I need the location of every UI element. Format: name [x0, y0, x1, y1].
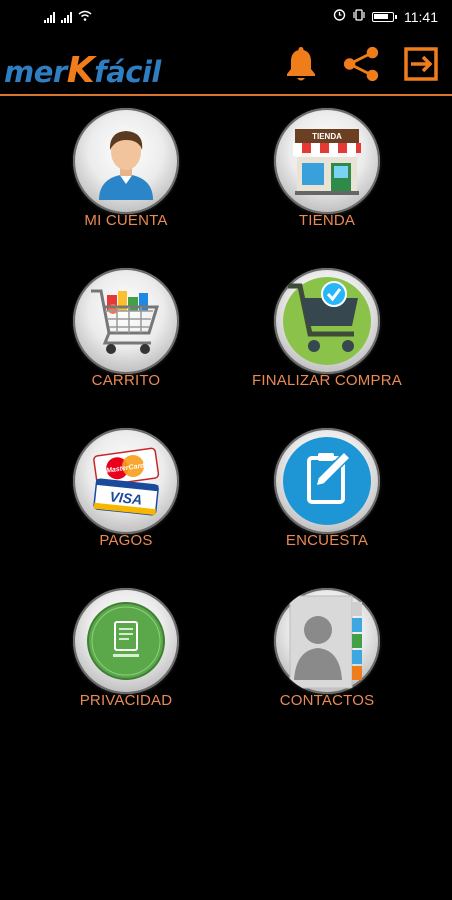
battery-icon: [372, 12, 397, 22]
logo-text-part1: mer: [4, 55, 67, 89]
survey-clipboard-icon: [274, 428, 380, 534]
header-actions: [282, 44, 440, 84]
alarm-icon: [333, 8, 346, 26]
menu-item-mi-cuenta[interactable]: MI CUENTA: [26, 108, 226, 258]
tile-label: PAGOS: [99, 532, 153, 549]
bell-icon[interactable]: [282, 44, 320, 84]
status-left: [44, 8, 92, 26]
tile-label: CONTACTOS: [279, 692, 375, 709]
contacts-icon: [274, 588, 380, 694]
tile-label: MI CUENTA: [84, 212, 168, 229]
menu-item-encuesta[interactable]: ENCUESTA: [227, 428, 427, 578]
status-right: 11:41: [333, 8, 438, 26]
share-icon[interactable]: [342, 44, 380, 84]
app-logo: merKfácil: [4, 50, 161, 91]
menu-item-carrito[interactable]: CARRITO: [26, 268, 226, 418]
menu-item-pagos[interactable]: MasterCard VISA PAGOS: [26, 428, 226, 578]
store-icon: TIENDA: [274, 108, 380, 214]
menu-item-finalizar-compra[interactable]: FINALIZAR COMPRA: [227, 268, 427, 418]
tile-label: CARRITO: [91, 372, 161, 389]
cart-checkout-icon: [274, 268, 380, 374]
credit-cards-icon: MasterCard VISA: [73, 428, 179, 534]
app-header: merKfácil: [0, 36, 452, 96]
tile-label: PRIVACIDAD: [79, 692, 173, 709]
shopping-cart-icon: [73, 268, 179, 374]
user-avatar-icon: [73, 108, 179, 214]
visa-text: VISA: [109, 488, 143, 507]
menu-item-tienda[interactable]: TIENDA TIENDA: [227, 108, 427, 258]
menu-item-contactos[interactable]: CONTACTOS: [227, 588, 427, 738]
menu-item-privacidad[interactable]: PRIVACIDAD: [26, 588, 226, 738]
logo-text-part2: fácil: [94, 55, 161, 89]
wifi-icon: [78, 8, 92, 26]
logo-text-k: K: [66, 50, 95, 91]
status-bar: 11:41: [0, 0, 452, 34]
signal-icon: [44, 11, 55, 23]
logout-icon[interactable]: [402, 44, 440, 84]
tile-label: ENCUESTA: [285, 532, 369, 549]
privacy-document-icon: [73, 588, 179, 694]
signal-icon: [61, 11, 72, 23]
tile-label: FINALIZAR COMPRA: [252, 372, 402, 389]
store-sign-text: TIENDA: [312, 132, 342, 141]
tile-label: TIENDA: [298, 212, 356, 229]
vibrate-icon: [352, 8, 366, 26]
status-time: 11:41: [404, 9, 438, 25]
